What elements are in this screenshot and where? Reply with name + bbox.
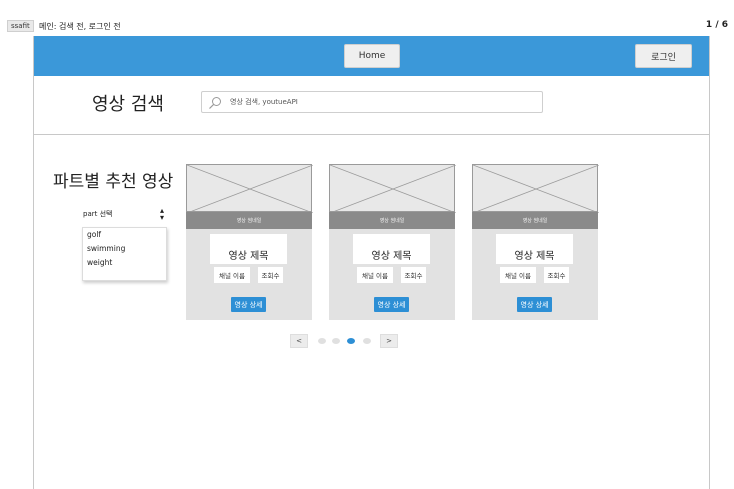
thumbnail-image-placeholder[interactable] (186, 164, 313, 213)
video-card[interactable]: 영상 썸네일 영상 제목 채널 이름 조회수 영상 상세 (472, 164, 599, 320)
image-placeholder-icon (187, 165, 313, 213)
image-placeholder-icon (473, 165, 599, 213)
image-placeholder-icon (330, 165, 456, 213)
page-title: 메인: 검색 전, 로그인 전 (39, 22, 121, 31)
channel-name: 채널 이름 (214, 267, 250, 283)
thumbnail-image-placeholder[interactable] (472, 164, 599, 213)
thumbnail-label: 영상 썸네일 (329, 212, 455, 229)
video-title[interactable]: 영상 제목 (353, 234, 430, 264)
navbar: Home 로그인 (34, 36, 709, 76)
search-box[interactable] (201, 91, 543, 113)
page-dot[interactable] (318, 338, 326, 344)
part-option-golf[interactable]: golf (83, 230, 166, 242)
project-tag: ssafit (7, 20, 34, 32)
recommend-title: 파트별 추천 영상 (53, 172, 174, 192)
prev-page-button[interactable]: < (290, 334, 308, 348)
view-count: 조회수 (401, 267, 426, 283)
video-card[interactable]: 영상 썸네일 영상 제목 채널 이름 조회수 영상 상세 (329, 164, 456, 320)
channel-name: 채널 이름 (500, 267, 536, 283)
login-button[interactable]: 로그인 (635, 44, 692, 68)
part-select-label: part 선택 (83, 210, 113, 218)
part-option-weight[interactable]: weight (83, 258, 166, 270)
video-detail-button[interactable]: 영상 상세 (517, 297, 552, 312)
thumbnail-image-placeholder[interactable] (329, 164, 456, 213)
video-title[interactable]: 영상 제목 (496, 234, 573, 264)
part-select[interactable]: part 선택 ▴ ▾ (83, 206, 166, 222)
channel-name: 채널 이름 (357, 267, 393, 283)
select-arrows-icon: ▴ ▾ (159, 206, 164, 222)
page-frame: Home 로그인 영상 검색 파트별 추천 영상 part 선택 ▴▾ golf… (33, 36, 710, 489)
video-title[interactable]: 영상 제목 (210, 234, 287, 264)
home-button[interactable]: Home (344, 44, 400, 68)
view-count: 조회수 (544, 267, 569, 283)
video-card[interactable]: 영상 썸네일 영상 제목 채널 이름 조회수 영상 상세 (186, 164, 313, 320)
video-detail-button[interactable]: 영상 상세 (231, 297, 266, 312)
search-title: 영상 검색 (92, 94, 164, 115)
thumbnail-label: 영상 썸네일 (186, 212, 312, 229)
page-dot[interactable] (347, 338, 355, 344)
video-detail-button[interactable]: 영상 상세 (374, 297, 409, 312)
search-input[interactable] (230, 94, 530, 110)
document-header: ssafit 메인: 검색 전, 로그인 전 1 / 6 (0, 0, 734, 34)
next-page-button[interactable]: > (380, 334, 398, 348)
page-counter: 1 / 6 (705, 20, 728, 30)
page-dot[interactable] (332, 338, 340, 344)
page-dot[interactable] (363, 338, 371, 344)
search-section: 영상 검색 (34, 76, 709, 135)
part-dropdown: golf swimming weight (82, 227, 167, 281)
part-option-swimming[interactable]: swimming (83, 244, 166, 256)
search-icon (209, 97, 221, 109)
thumbnail-label: 영상 썸네일 (472, 212, 598, 229)
view-count: 조회수 (258, 267, 283, 283)
